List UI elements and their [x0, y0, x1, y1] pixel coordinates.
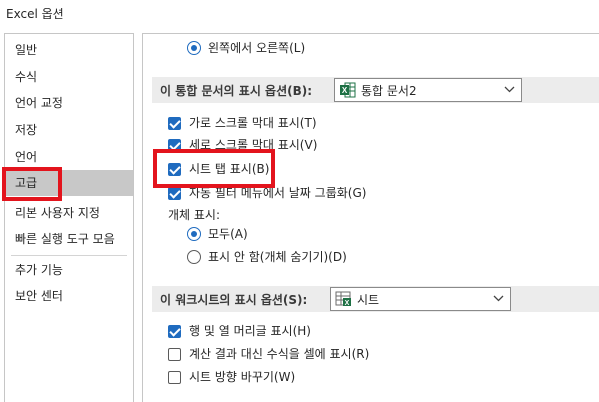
- sidebar-item-add-ins[interactable]: 추가 기능: [5, 257, 133, 283]
- worksheet-display-section-label: 이 워크시트의 표시 옵션(S):: [160, 293, 308, 307]
- workbook-display-section-label: 이 통합 문서의 표시 옵션(B):: [160, 84, 313, 98]
- sidebar: 일반 수식 언어 교정 저장 언어 고급 리본 사용자 지정 빠른 실행 도구 …: [4, 33, 134, 402]
- sidebar-item-general[interactable]: 일반: [5, 37, 133, 63]
- highlight-advanced-box: [2, 167, 62, 201]
- svg-text:X: X: [342, 86, 348, 95]
- sidebar-item-quick-access-toolbar[interactable]: 빠른 실행 도구 모음: [5, 226, 133, 252]
- worksheet-select-dropdown[interactable]: [486, 288, 510, 310]
- objects-hide-label: 표시 안 함(개체 숨기기)(D): [208, 250, 347, 264]
- sheet-right-to-left-checkbox[interactable]: [168, 371, 181, 384]
- row-col-headers-checkbox[interactable]: [168, 325, 181, 338]
- show-formulas-checkbox[interactable]: [168, 348, 181, 361]
- options-panel: 왼쪽에서 오른쪽(L) 이 통합 문서의 표시 옵션(B): X 통합 문서2 …: [142, 33, 599, 402]
- show-formulas-label: 계산 결과 대신 수식을 셀에 표시(R): [189, 347, 370, 361]
- horizontal-scrollbar-checkbox[interactable]: [168, 117, 181, 130]
- worksheet-select[interactable]: X 시트: [330, 287, 511, 311]
- worksheet-select-value: 시트: [357, 293, 380, 307]
- objects-all-label: 모두(A): [208, 227, 248, 241]
- chevron-down-icon: [504, 86, 515, 93]
- workbook-select-value: 통합 문서2: [361, 84, 417, 98]
- sidebar-item-formulas[interactable]: 수식: [5, 64, 133, 90]
- sidebar-item-proofing[interactable]: 언어 교정: [5, 90, 133, 116]
- window-title: Excel 옵션: [6, 7, 64, 21]
- row-col-headers-label: 행 및 열 머리글 표시(H): [189, 324, 311, 338]
- direction-ltr-radio[interactable]: [187, 41, 201, 55]
- sheet-right-to-left-label: 시트 방향 바꾸기(W): [189, 370, 296, 384]
- horizontal-scrollbar-label: 가로 스크롤 막대 표시(T): [189, 116, 317, 130]
- excel-sheet-icon: X: [335, 291, 351, 307]
- svg-text:X: X: [345, 300, 350, 307]
- objects-display-label: 개체 표시:: [168, 208, 221, 222]
- autofilter-date-grouping-checkbox[interactable]: [168, 187, 181, 200]
- direction-ltr-label: 왼쪽에서 오른쪽(L): [208, 41, 306, 55]
- objects-all-radio[interactable]: [187, 227, 201, 241]
- workbook-select-dropdown[interactable]: [497, 79, 521, 101]
- objects-hide-radio[interactable]: [187, 250, 201, 264]
- sidebar-item-customize-ribbon[interactable]: 리본 사용자 지정: [5, 200, 133, 226]
- highlight-sheet-tabs-box: [153, 149, 275, 188]
- title-bar: Excel 옵션: [0, 0, 599, 28]
- excel-workbook-icon: X: [340, 82, 356, 98]
- workbook-select[interactable]: X 통합 문서2: [334, 78, 522, 102]
- sidebar-item-trust-center[interactable]: 보안 센터: [5, 283, 133, 309]
- chevron-down-icon: [493, 295, 504, 302]
- sidebar-item-save[interactable]: 저장: [5, 117, 133, 143]
- sidebar-divider: [11, 255, 127, 256]
